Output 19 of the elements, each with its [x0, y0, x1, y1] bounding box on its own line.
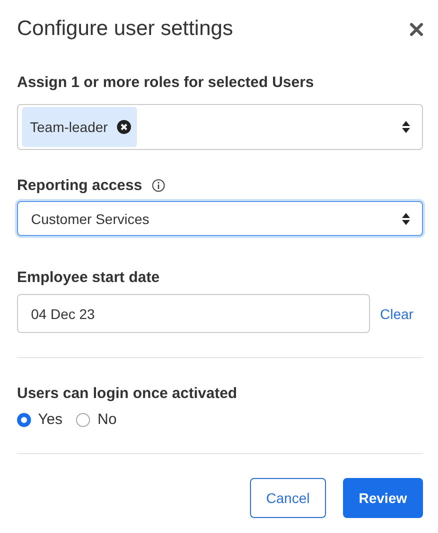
radio-option[interactable]: No	[76, 411, 117, 428]
reporting-select[interactable]: Customer Services	[17, 201, 423, 236]
review-button[interactable]: Review	[342, 478, 423, 518]
sort-icon	[402, 121, 410, 133]
role-tag: Team-leader	[22, 107, 137, 147]
info-icon[interactable]	[152, 179, 166, 192]
clear-link[interactable]: Clear	[380, 306, 414, 322]
dialog-title: Configure user settings	[17, 17, 233, 41]
close-icon[interactable]	[410, 22, 423, 36]
date-input-field[interactable]: 04 Dec 23	[17, 294, 370, 333]
cancel-button[interactable]: Cancel	[250, 478, 326, 518]
field-label: Users can login once activated	[17, 385, 238, 402]
radio-option[interactable]: Yes	[17, 411, 62, 428]
field-label: Employee start date	[17, 269, 160, 286]
field-label: Assign 1 or more roles for selected Users	[17, 74, 314, 91]
sort-icon	[402, 212, 410, 224]
remove-icon[interactable]	[116, 120, 131, 134]
field-label: Reporting access	[17, 177, 142, 194]
roles-select[interactable]: Team-leader	[17, 104, 423, 150]
